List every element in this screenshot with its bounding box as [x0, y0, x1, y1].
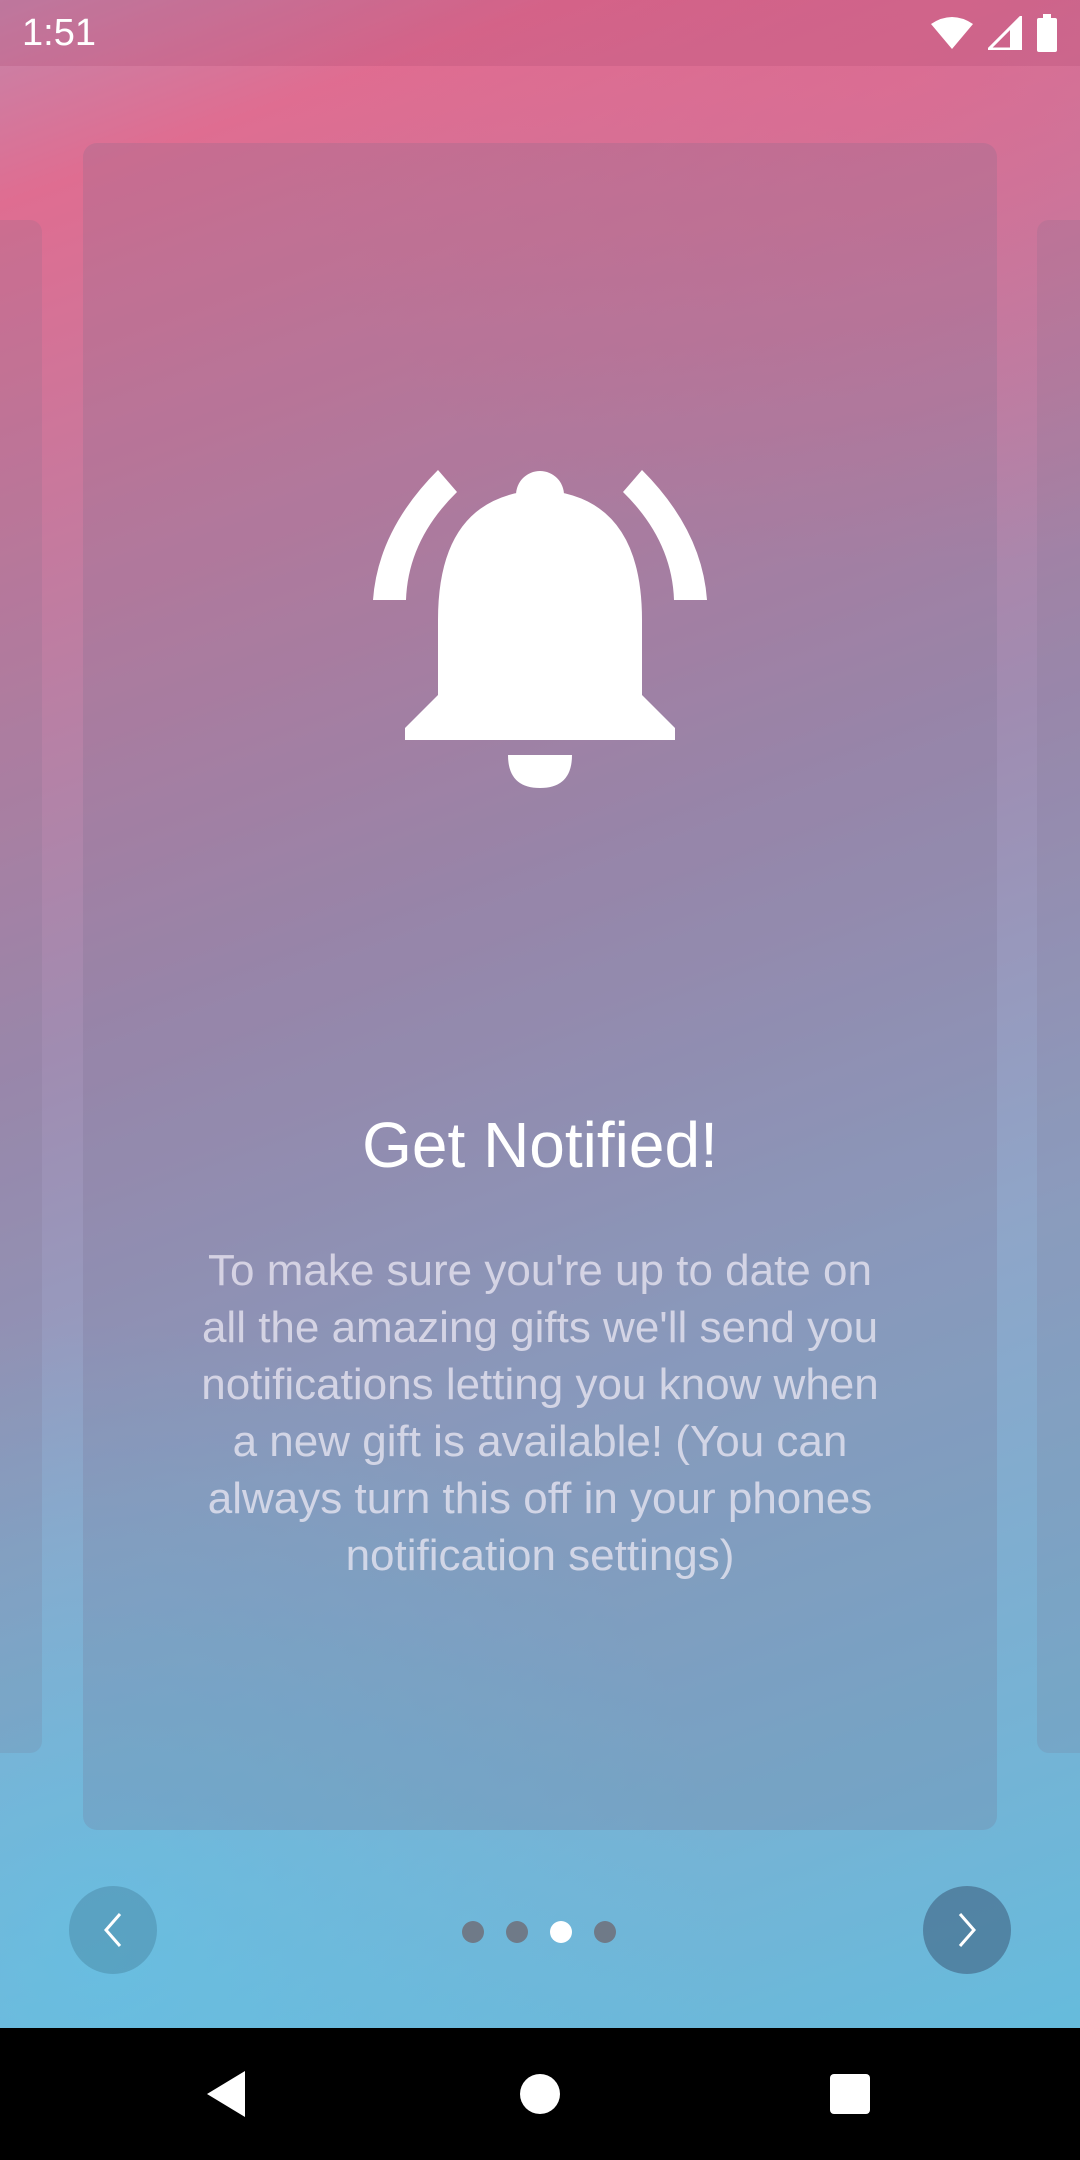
- battery-icon: [1037, 14, 1057, 52]
- wifi-icon: [931, 17, 973, 49]
- home-icon[interactable]: [520, 2074, 560, 2114]
- cellular-signal-icon: [988, 16, 1022, 50]
- status-bar: 1:51: [0, 0, 1080, 66]
- page-dot[interactable]: [550, 1921, 572, 1943]
- onboarding-screen: 1:51 Get Notified! To make sure you're u…: [0, 0, 1080, 2160]
- status-icons: [930, 13, 1058, 53]
- status-time: 1:51: [22, 12, 96, 54]
- chevron-right-icon: [958, 1913, 976, 1947]
- bell-ringing-icon: [373, 470, 707, 788]
- previous-button[interactable]: [69, 1886, 157, 1974]
- previous-slide-card: [0, 220, 42, 1753]
- page-indicator: [462, 1921, 616, 1943]
- next-slide-card: [1037, 220, 1080, 1753]
- page-dot[interactable]: [462, 1921, 484, 1943]
- slide-description: To make sure you're up to date on all th…: [201, 1246, 879, 1580]
- slide-title: Get Notified!: [362, 1109, 718, 1181]
- next-button[interactable]: [923, 1886, 1011, 1974]
- page-dot[interactable]: [506, 1921, 528, 1943]
- chevron-left-icon: [104, 1913, 122, 1947]
- recents-icon[interactable]: [830, 2074, 870, 2114]
- page-dot[interactable]: [594, 1921, 616, 1943]
- back-icon[interactable]: [205, 2069, 247, 2119]
